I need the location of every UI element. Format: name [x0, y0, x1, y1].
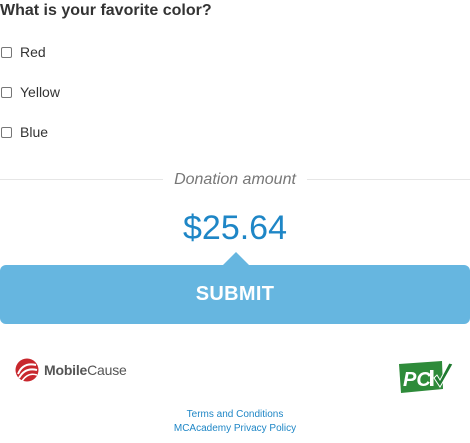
checkbox-red[interactable]	[1, 46, 12, 58]
option-blue[interactable]: Blue	[0, 124, 48, 140]
mobilecause-wordmark: MobileCause	[44, 362, 127, 378]
option-yellow[interactable]: Yellow	[0, 84, 60, 100]
question-title: What is your favorite color?	[0, 2, 212, 19]
submit-area: SUBMIT	[0, 252, 470, 324]
donation-amount: $25.64	[183, 209, 287, 247]
submit-arrow-icon	[222, 252, 250, 266]
submit-button[interactable]: SUBMIT	[0, 265, 470, 324]
option-yellow-label: Yellow	[20, 84, 60, 100]
checkbox-yellow[interactable]	[1, 86, 12, 98]
option-red-label: Red	[20, 44, 46, 60]
pci-logo: PC	[398, 360, 454, 399]
mobilecause-logo: MobileCause	[14, 357, 127, 383]
checkbox-blue[interactable]	[1, 126, 12, 138]
privacy-policy-link[interactable]: MCAcademy Privacy Policy	[0, 423, 470, 434]
pci-badge-icon: PC	[399, 361, 454, 393]
option-blue-label: Blue	[20, 124, 49, 140]
terms-link[interactable]: Terms and Conditions	[0, 409, 470, 420]
mobilecause-swirl-icon	[15, 358, 39, 382]
svg-text:PC: PC	[403, 369, 431, 391]
option-red[interactable]: Red	[0, 44, 46, 60]
donation-label: Donation amount	[174, 171, 296, 188]
